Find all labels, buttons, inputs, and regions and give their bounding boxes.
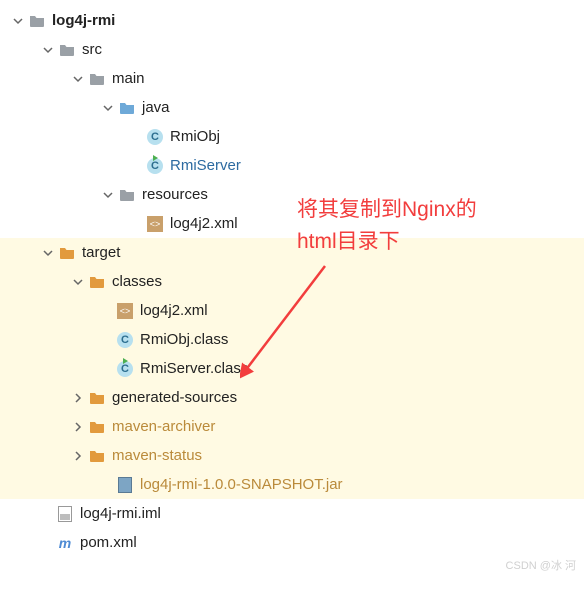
tree-label: src <box>82 41 102 58</box>
chevron-right-icon[interactable] <box>70 419 86 435</box>
java-class-runnable-icon: C <box>146 157 164 175</box>
tree-row-jar[interactable]: log4j-rmi-1.0.0-SNAPSHOT.jar <box>0 470 584 499</box>
watermark: CSDN @冰 河 <box>506 557 576 573</box>
tree-row-src[interactable]: src <box>0 35 584 64</box>
tree-label: log4j-rmi-1.0.0-SNAPSHOT.jar <box>140 476 343 493</box>
chevron-down-icon[interactable] <box>70 71 86 87</box>
chevron-down-icon[interactable] <box>40 42 56 58</box>
tree-row-root[interactable]: log4j-rmi <box>0 6 584 35</box>
iml-file-icon <box>56 505 74 523</box>
jar-file-icon <box>116 476 134 494</box>
tree-row-java[interactable]: java <box>0 93 584 122</box>
excluded-folder-icon <box>88 273 106 291</box>
excluded-folder-icon <box>88 447 106 465</box>
chevron-down-icon[interactable] <box>10 13 26 29</box>
tree-row-rmiserverclass[interactable]: C RmiServer.class <box>0 354 584 383</box>
tree-label: maven-status <box>112 447 202 464</box>
tree-row-log4j2xml[interactable]: <> log4j2.xml <box>0 209 584 238</box>
tree-row-resources[interactable]: resources <box>0 180 584 209</box>
tree-label: RmiObj.class <box>140 331 228 348</box>
tree-label: RmiObj <box>170 128 220 145</box>
tree-row-maven-archiver[interactable]: maven-archiver <box>0 412 584 441</box>
xml-file-icon: <> <box>116 302 134 320</box>
tree-row-rmiserver[interactable]: C RmiServer <box>0 151 584 180</box>
xml-file-icon: <> <box>146 215 164 233</box>
tree-label: classes <box>112 273 162 290</box>
chevron-down-icon[interactable] <box>70 274 86 290</box>
tree-row-rmiobjclass[interactable]: C RmiObj.class <box>0 325 584 354</box>
tree-label: RmiServer <box>170 157 241 174</box>
tree-label: generated-sources <box>112 389 237 406</box>
tree-label: main <box>112 70 145 87</box>
folder-icon <box>58 41 76 59</box>
annotation-line1: 将其复制到Nginx的 <box>297 194 477 226</box>
folder-icon <box>88 70 106 88</box>
resources-folder-icon <box>118 186 136 204</box>
tree-label: log4j2.xml <box>140 302 208 319</box>
java-class-icon: C <box>146 128 164 146</box>
tree-label: maven-archiver <box>112 418 215 435</box>
chevron-down-icon[interactable] <box>100 187 116 203</box>
chevron-down-icon[interactable] <box>40 245 56 261</box>
folder-icon <box>28 12 46 30</box>
source-folder-icon <box>118 99 136 117</box>
tree-row-rmiobj[interactable]: C RmiObj <box>0 122 584 151</box>
tree-label: resources <box>142 186 208 203</box>
tree-row-pom[interactable]: m pom.xml <box>0 528 584 557</box>
tree-row-generated-sources[interactable]: generated-sources <box>0 383 584 412</box>
chevron-down-icon[interactable] <box>100 100 116 116</box>
java-class-runnable-icon: C <box>116 360 134 378</box>
tree-label: java <box>142 99 170 116</box>
tree-label: log4j2.xml <box>170 215 238 232</box>
chevron-right-icon[interactable] <box>70 448 86 464</box>
chevron-right-icon[interactable] <box>70 390 86 406</box>
excluded-folder-icon <box>88 389 106 407</box>
excluded-folder-icon <box>58 244 76 262</box>
tree-row-log4j2xml2[interactable]: <> log4j2.xml <box>0 296 584 325</box>
project-tree: log4j-rmi src main java C RmiObj C RmiSe… <box>0 0 584 563</box>
excluded-folder-icon <box>88 418 106 436</box>
tree-row-main[interactable]: main <box>0 64 584 93</box>
tree-label: log4j-rmi.iml <box>80 505 161 522</box>
tree-label: target <box>82 244 120 261</box>
maven-pom-icon: m <box>56 534 74 552</box>
tree-row-classes[interactable]: classes <box>0 267 584 296</box>
tree-label: pom.xml <box>80 534 137 551</box>
java-class-icon: C <box>116 331 134 349</box>
tree-label: log4j-rmi <box>52 12 115 29</box>
tree-label: RmiServer.class <box>140 360 248 377</box>
annotation-text: 将其复制到Nginx的 html目录下 <box>297 194 477 257</box>
annotation-line2: html目录下 <box>297 226 477 258</box>
tree-row-maven-status[interactable]: maven-status <box>0 441 584 470</box>
tree-row-target[interactable]: target <box>0 238 584 267</box>
tree-row-iml[interactable]: log4j-rmi.iml <box>0 499 584 528</box>
